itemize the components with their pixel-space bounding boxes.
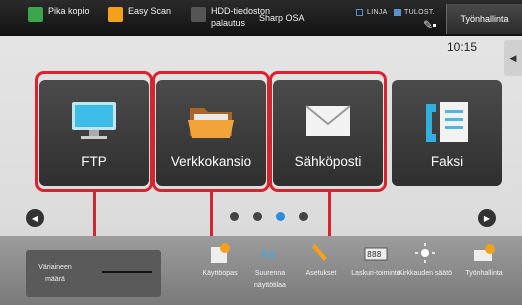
job-status-icon [474, 244, 495, 261]
settings-wrench-icon [312, 244, 327, 261]
page-dot-4[interactable] [299, 212, 308, 221]
counter-icon: 888 [364, 247, 388, 261]
top-bar: Pika kopio Easy Scan HDD-tiedoston palau… [0, 0, 522, 36]
toner-level-bar [102, 271, 152, 273]
copy-icon [28, 7, 43, 22]
maintenance-icon: ✎ [423, 18, 434, 32]
job-status-button[interactable]: Työnhallinta [446, 4, 522, 34]
highlight-frame-email [269, 71, 387, 192]
counter-button[interactable]: 888 Laskuri-toiminto [348, 242, 404, 302]
print-led [394, 9, 401, 16]
page-dot-3-active[interactable] [276, 212, 285, 221]
zoom-display-button[interactable]: Aa Suurenna näyttötilaa [242, 242, 298, 302]
page-dot-2[interactable] [253, 212, 262, 221]
next-page-button[interactable]: ▶ [478, 209, 496, 227]
highlight-frame-network-folder [152, 71, 270, 192]
home-screen: Pika kopio Easy Scan HDD-tiedoston palau… [0, 0, 522, 305]
svg-text:Aa: Aa [260, 247, 276, 261]
manual-button[interactable]: Käyttöopas [192, 242, 248, 302]
chevron-left-icon: ◀ [509, 52, 517, 63]
easy-scan-button[interactable]: Easy Scan [108, 5, 176, 33]
quick-copy-button[interactable]: Pika kopio [28, 5, 96, 33]
job-status-bottom-button[interactable]: Työnhallinta [456, 242, 512, 302]
settings-button[interactable]: Asetukset [293, 242, 349, 302]
brightness-button[interactable]: Kirkkauden säätö [397, 242, 453, 302]
chevron-right-icon: ▶ [483, 213, 491, 223]
hdd-icon [191, 7, 206, 22]
previous-page-button[interactable]: ◀ [26, 209, 44, 227]
svg-text:888: 888 [367, 250, 382, 259]
tile-fax[interactable]: Faksi [392, 80, 502, 186]
scan-icon [108, 7, 123, 22]
sharp-osa-button[interactable]: Sharp OSA [259, 12, 329, 40]
fax-phone-icon [426, 102, 468, 142]
line-led [356, 9, 363, 16]
highlight-frame-ftp [35, 71, 153, 192]
side-panel-toggle[interactable]: ◀ [504, 40, 522, 76]
status-dot [433, 24, 436, 27]
chevron-left-icon: ◀ [31, 213, 39, 223]
brightness-icon [415, 243, 435, 263]
clock: 10:15 [447, 40, 478, 54]
zoom-display-icon: Aa [260, 247, 276, 261]
page-dot-1[interactable] [230, 212, 239, 221]
manual-icon [211, 243, 230, 263]
